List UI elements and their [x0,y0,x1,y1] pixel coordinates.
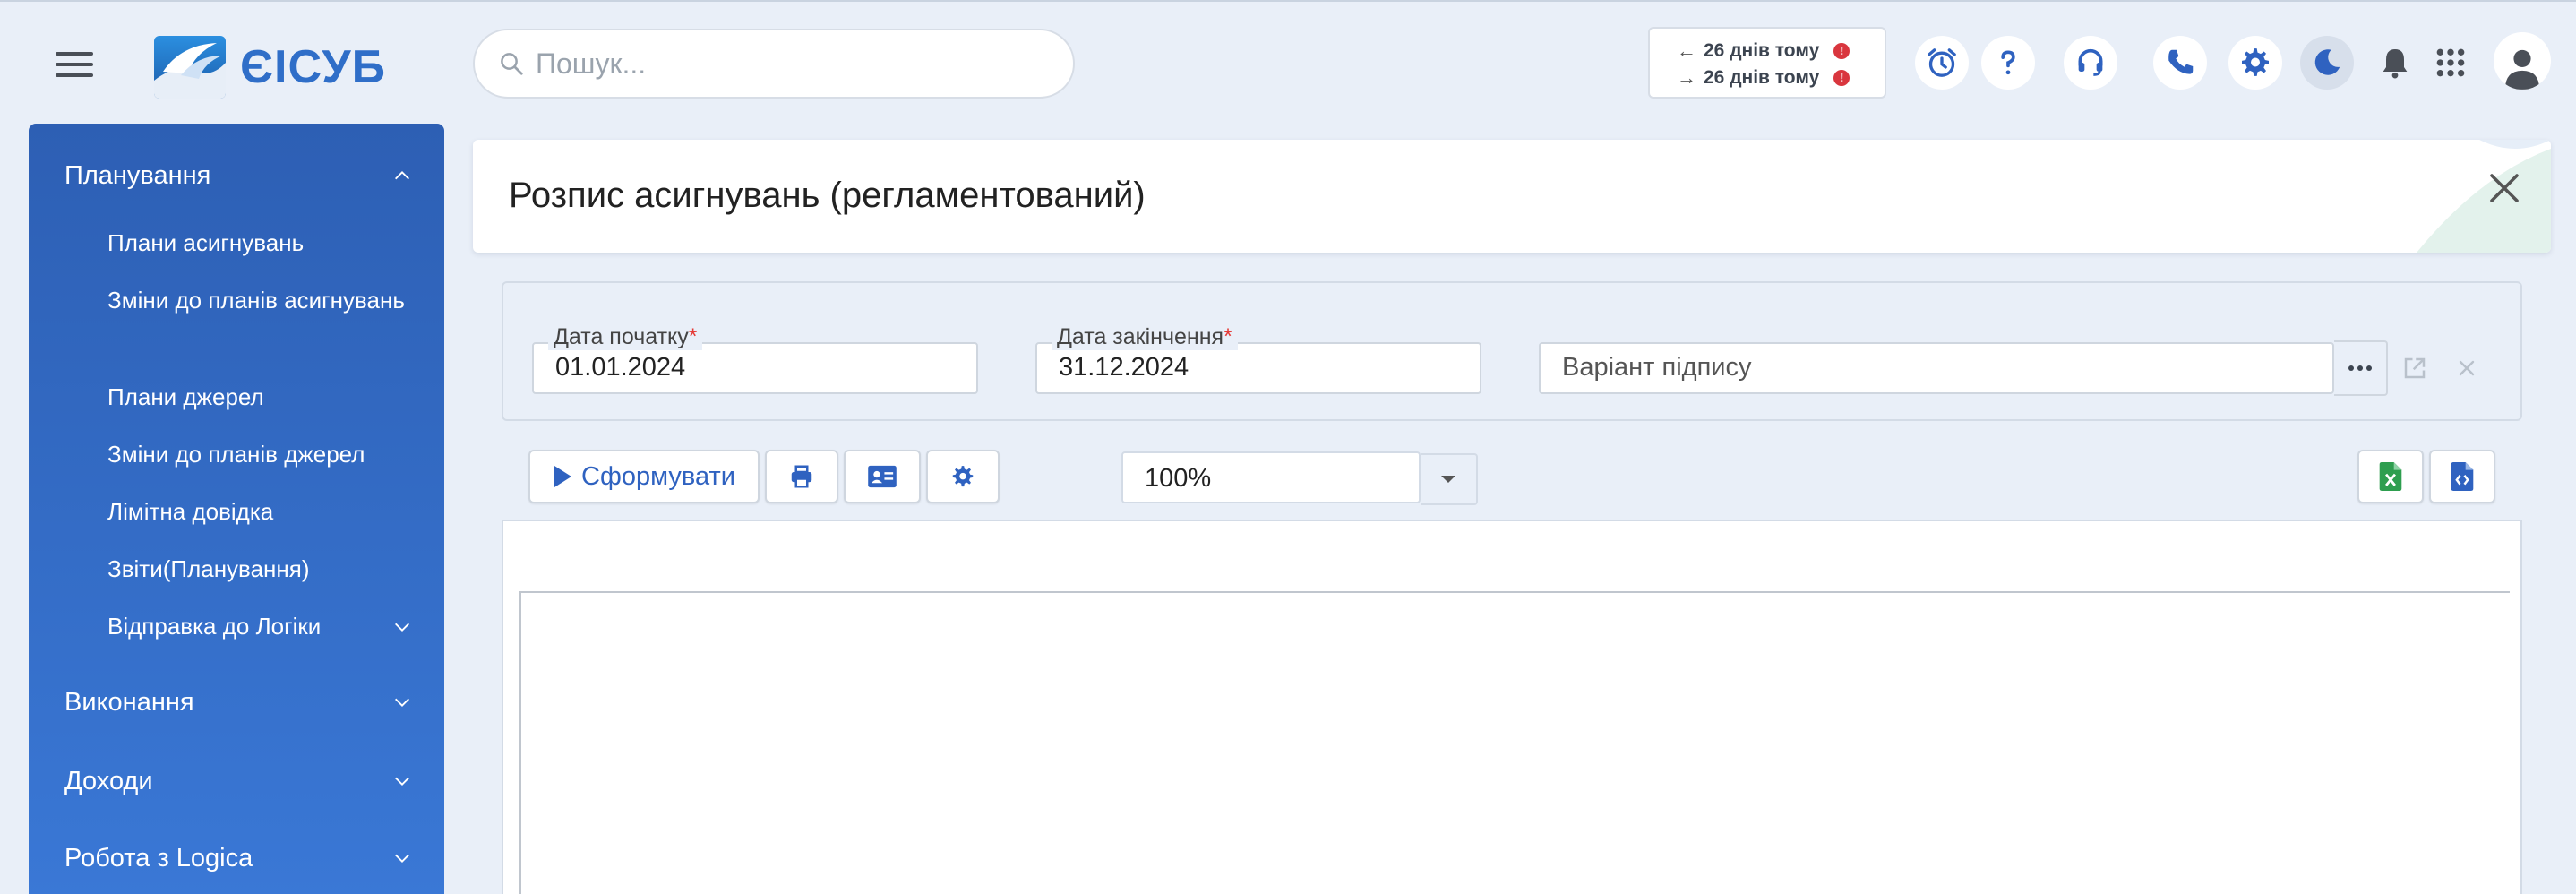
apps-grid-icon[interactable] [2424,36,2477,90]
chevron-up-icon [395,171,409,180]
id-card-icon [868,465,897,488]
sidebar-section-label: Робота з Logica [64,843,253,873]
sidebar: Планування Плани асигнувань Зміни до пла… [29,124,444,894]
generate-button[interactable]: Сформувати [528,450,760,503]
start-date-label: Дата початку* [548,324,703,350]
alert-icon: ! [1833,70,1850,86]
zoom-value: 100% [1145,464,1212,493]
search-box[interactable] [473,29,1075,99]
search-icon [501,53,523,75]
chevron-down-icon [395,777,409,786]
settings-button[interactable] [926,450,1000,503]
menu-toggle-icon[interactable] [56,52,93,79]
excel-file-icon [2379,462,2402,491]
sync-incoming-row: → 26 днів тому ! [1677,64,1885,91]
printer-icon [791,465,812,488]
arrow-left-icon: ← [1677,39,1696,62]
signature-variant-field[interactable]: Варіант підпису [1539,342,2334,394]
start-date-value: 01.01.2024 [555,353,686,382]
sidebar-item-limit-reference[interactable]: Лімітна довідка [107,494,412,529]
logo-emblem-icon [154,36,226,99]
moon-icon[interactable] [2300,36,2354,90]
generate-button-label: Сформувати [581,461,735,491]
zoom-select[interactable]: 100% [1121,451,1478,505]
export-code-button[interactable] [2429,450,2495,503]
clear-icon[interactable] [2440,340,2494,396]
end-date-value: 31.12.2024 [1059,353,1189,382]
start-date-field[interactable]: Дата початку* 01.01.2024 [532,324,978,394]
caret-down-icon[interactable] [1421,453,1478,505]
sidebar-section-income[interactable]: Доходи [64,763,412,799]
bell-icon[interactable] [2368,36,2422,90]
sidebar-section-label: Виконання [64,687,194,717]
top-border [0,0,2576,2]
sidebar-item-source-plan-changes[interactable]: Зміни до планів джерел [107,437,412,472]
gear-icon [952,466,974,487]
sidebar-item-planning-reports[interactable]: Звіти(Планування) [107,552,412,587]
sidebar-item-source-plans[interactable]: Плани джерел [107,380,412,415]
sync-outgoing-text: 26 днів тому [1704,40,1820,61]
page-header: Розпис асигнувань (регламентований) [473,140,2551,253]
export-excel-button[interactable] [2357,450,2424,503]
sync-outgoing-row: ← 26 днів тому ! [1677,38,1885,64]
logo-text: ЄІСУБ [240,41,387,93]
sync-incoming-text: 26 днів тому [1704,67,1820,88]
user-icon[interactable] [2494,32,2551,90]
signature-variant-placeholder: Варіант підпису [1562,353,1752,382]
code-file-icon [2451,462,2474,491]
play-icon [554,466,572,487]
open-external-icon[interactable] [2388,340,2442,396]
search-input[interactable] [536,47,1037,81]
sidebar-item-label: Відправка до Логіки [107,613,322,640]
end-date-label: Дата закінчення* [1052,324,1238,350]
alert-icon: ! [1833,43,1850,59]
card-button[interactable] [844,450,921,503]
chevron-down-icon [395,854,409,863]
page-title: Розпис асигнувань (регламентований) [509,176,1146,215]
sidebar-item-send-to-logica[interactable]: Відправка до Логіки [107,609,412,644]
sidebar-section-label: Планування [64,160,211,190]
report-viewer [502,520,2522,894]
gear-icon[interactable] [2228,36,2282,90]
sidebar-section-planning[interactable]: Планування [64,158,412,193]
arrow-right-icon: → [1677,66,1696,89]
sidebar-section-execution[interactable]: Виконання [64,684,412,720]
app-logo[interactable]: ЄІСУБ [154,36,386,99]
sidebar-item-allocation-plans[interactable]: Плани асигнувань [107,226,412,261]
chevron-down-icon [395,623,409,632]
sidebar-section-label: Доходи [64,766,153,795]
sync-status[interactable]: ← 26 днів тому ! → 26 днів тому ! [1648,27,1886,99]
end-date-field[interactable]: Дата закінчення* 31.12.2024 [1035,324,1481,394]
help-icon[interactable] [1981,36,2035,90]
more-options-icon[interactable] [2334,340,2388,396]
headset-icon[interactable] [2064,36,2117,90]
sidebar-section-logica[interactable]: Робота з Logica [64,840,412,876]
sidebar-item-allocation-plan-changes[interactable]: Зміни до планів асигнувань [107,283,412,318]
print-button[interactable] [765,450,838,503]
report-parameters: Дата початку* 01.01.2024 Дата закінчення… [502,281,2522,421]
report-page [519,591,2510,894]
phone-icon[interactable] [2153,36,2207,90]
close-icon[interactable] [2483,167,2526,210]
chevron-down-icon [395,698,409,707]
alarm-clock-icon[interactable] [1915,36,1969,90]
